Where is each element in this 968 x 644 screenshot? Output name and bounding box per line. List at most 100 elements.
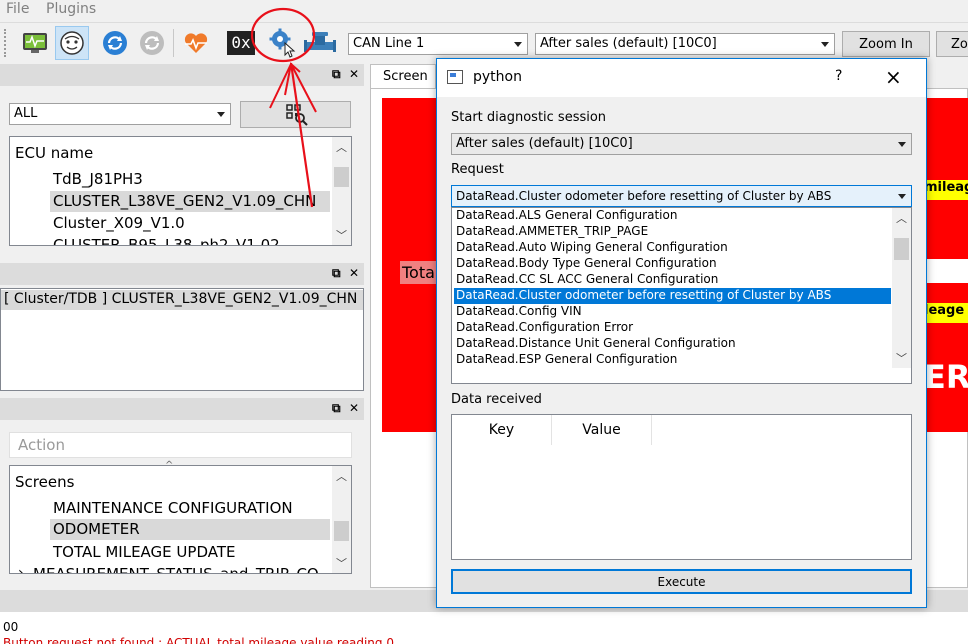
- close-icon[interactable]: ✕: [349, 401, 359, 415]
- request-dropdown-list: DataRead.ALS General Configuration DataR…: [451, 207, 912, 384]
- column-header-key[interactable]: Key: [452, 415, 552, 445]
- ecu-filter-value: ALL: [14, 106, 38, 121]
- refresh-gray-icon[interactable]: [135, 26, 169, 60]
- chevron-down-icon: [898, 142, 906, 147]
- screen-group-expander[interactable]: ›: [18, 565, 24, 573]
- scroll-up-icon[interactable]: ︿: [332, 139, 351, 155]
- session-label: Start diagnostic session: [451, 110, 607, 125]
- request-option[interactable]: DataRead.Config VIN: [454, 304, 891, 320]
- close-icon[interactable]: ✕: [349, 67, 359, 81]
- qr-search-icon: [285, 104, 308, 126]
- help-icon[interactable]: ?: [835, 68, 842, 84]
- screen-item-selected[interactable]: ODOMETER: [50, 519, 330, 540]
- zoom-in-button[interactable]: Zoom In: [842, 31, 930, 57]
- ecu-filter-select[interactable]: ALL: [9, 103, 231, 125]
- ecu-item[interactable]: Cluster_X09_V1.0: [53, 214, 185, 232]
- toolbar-separator: [173, 29, 174, 57]
- ecu-tree-header: ECU name: [15, 144, 94, 162]
- request-value: DataRead.Cluster odometer before resetti…: [456, 189, 832, 203]
- hex-0x-icon[interactable]: 0x: [224, 26, 258, 60]
- request-select[interactable]: DataRead.Cluster odometer before resetti…: [451, 185, 912, 207]
- value-field[interactable]: [924, 259, 968, 283]
- screen-item[interactable]: MAINTENANCE CONFIGURATION: [53, 499, 293, 517]
- ecu-item[interactable]: CLUSTER_B95_L38_ph2_V1.02: [53, 236, 280, 245]
- can-line-value: CAN Line 1: [353, 36, 425, 51]
- scroll-down-icon[interactable]: ﹀: [332, 555, 351, 571]
- screens-tree-scrollbar[interactable]: ︿ ﹀: [332, 466, 351, 573]
- window-icon: [447, 70, 463, 84]
- request-option-highlighted[interactable]: DataRead.Cluster odometer before resetti…: [454, 288, 891, 304]
- menu-bar: File Plugins: [0, 0, 968, 22]
- toolbar-grip[interactable]: [4, 29, 8, 57]
- refresh-blue-icon[interactable]: [98, 26, 132, 60]
- close-icon[interactable]: ✕: [349, 266, 359, 280]
- menu-file[interactable]: File: [6, 1, 29, 17]
- info-selected-ecu[interactable]: [ Cluster/TDB ] CLUSTER_L38VE_GEN2_V1.09…: [1, 290, 363, 310]
- data-received-label: Data received: [451, 392, 542, 407]
- info-panel: [ Cluster/TDB ] CLUSTER_L38VE_GEN2_V1.09…: [0, 288, 364, 391]
- ecu-dock-titlebar: ⧉ ✕: [0, 64, 364, 86]
- ecu-item[interactable]: TdB_J81PH3: [53, 170, 143, 188]
- dialog-session-select[interactable]: After sales (default) [10C0]: [451, 133, 912, 155]
- session-select[interactable]: After sales (default) [10C0]: [535, 33, 835, 55]
- data-received-table: Key Value: [451, 414, 912, 560]
- screen-big-text: ERS: [924, 358, 968, 396]
- screens-tree: Screens MAINTENANCE CONFIGURATION ODOMET…: [9, 465, 352, 574]
- request-option[interactable]: DataRead.Configuration Error: [454, 320, 891, 336]
- request-list-scrollbar[interactable]: ︿ ﹀: [892, 208, 911, 368]
- action-search-input[interactable]: Action: [9, 432, 352, 458]
- session-value: After sales (default) [10C0]: [540, 36, 717, 51]
- request-option[interactable]: DataRead.Auto Wiping General Configurati…: [454, 240, 891, 256]
- chevron-down-icon: [898, 194, 906, 199]
- ecu-item-selected[interactable]: CLUSTER_L38VE_GEN2_V1.09_CHN: [50, 191, 330, 212]
- column-header-value[interactable]: Value: [552, 415, 652, 445]
- request-option[interactable]: DataRead.ALS General Configuration: [454, 208, 891, 224]
- execute-button[interactable]: Execute: [451, 569, 912, 594]
- monitor-ecg-icon[interactable]: [18, 26, 52, 60]
- scroll-thumb[interactable]: [894, 238, 909, 260]
- menu-plugins[interactable]: Plugins: [46, 1, 96, 17]
- chevron-down-icon: [821, 42, 829, 47]
- close-icon[interactable]: ×: [885, 65, 902, 89]
- qr-scan-button[interactable]: [240, 101, 351, 128]
- request-option[interactable]: DataRead.Distance Unit General Configura…: [454, 336, 891, 352]
- dialog-titlebar[interactable]: python ? ×: [437, 59, 926, 97]
- zoom-out-button[interactable]: Zo: [936, 31, 968, 57]
- chevron-down-icon: [514, 42, 522, 47]
- screens-tree-header: Screens: [15, 473, 75, 491]
- log-area: 00 Button request not found : ACTUAL tot…: [0, 612, 968, 644]
- scroll-thumb[interactable]: [334, 167, 349, 187]
- scroll-up-icon[interactable]: ︿: [332, 468, 351, 484]
- dialog-title: python: [473, 69, 522, 85]
- info-dock-titlebar: ⧉ ✕: [0, 263, 364, 285]
- screen-item[interactable]: MEASUREMENT_STATUS_and_TRIP_CO: [33, 565, 319, 573]
- scroll-down-icon[interactable]: ﹀: [332, 227, 351, 243]
- action-dock-titlebar: ⧉ ✕: [0, 398, 364, 420]
- gear-click-icon[interactable]: [266, 26, 300, 60]
- ecu-tree-scrollbar[interactable]: ︿ ﹀: [332, 137, 351, 245]
- scroll-up-icon[interactable]: ︿: [892, 210, 911, 226]
- mileage-value-callout: leage v: [924, 303, 968, 323]
- log-line: 00: [3, 620, 19, 634]
- request-option[interactable]: DataRead.AMMETER_TRIP_PAGE: [454, 224, 891, 240]
- dialog-session-value: After sales (default) [10C0]: [456, 136, 633, 151]
- float-icon[interactable]: ⧉: [332, 266, 341, 281]
- screen-item[interactable]: TOTAL MILEAGE UPDATE: [53, 543, 235, 561]
- scroll-down-icon[interactable]: ﹀: [892, 350, 911, 366]
- heart-rate-icon[interactable]: [179, 26, 213, 60]
- tab-screen[interactable]: Screen: [370, 64, 436, 88]
- ecu-tree: ECU name TdB_J81PH3 CLUSTER_L38VE_GEN2_V…: [9, 136, 352, 246]
- float-icon[interactable]: ⧉: [332, 401, 341, 416]
- mileage-callout: mileag: [924, 180, 968, 200]
- request-option[interactable]: DataRead.CC SL ACC General Configuration: [454, 272, 891, 288]
- can-line-select[interactable]: CAN Line 1: [348, 33, 528, 55]
- valve-pipe-icon[interactable]: [303, 26, 337, 60]
- tiger-mascot-icon[interactable]: [55, 26, 89, 60]
- float-icon[interactable]: ⧉: [332, 67, 341, 82]
- log-error-line: Button request not found : ACTUAL total …: [3, 636, 394, 644]
- scroll-thumb[interactable]: [334, 521, 349, 541]
- request-option[interactable]: DataRead.ESP General Configuration: [454, 352, 891, 368]
- chevron-down-icon: [217, 112, 225, 117]
- hex-label: 0x: [227, 31, 255, 55]
- request-option[interactable]: DataRead.Body Type General Configuration: [454, 256, 891, 272]
